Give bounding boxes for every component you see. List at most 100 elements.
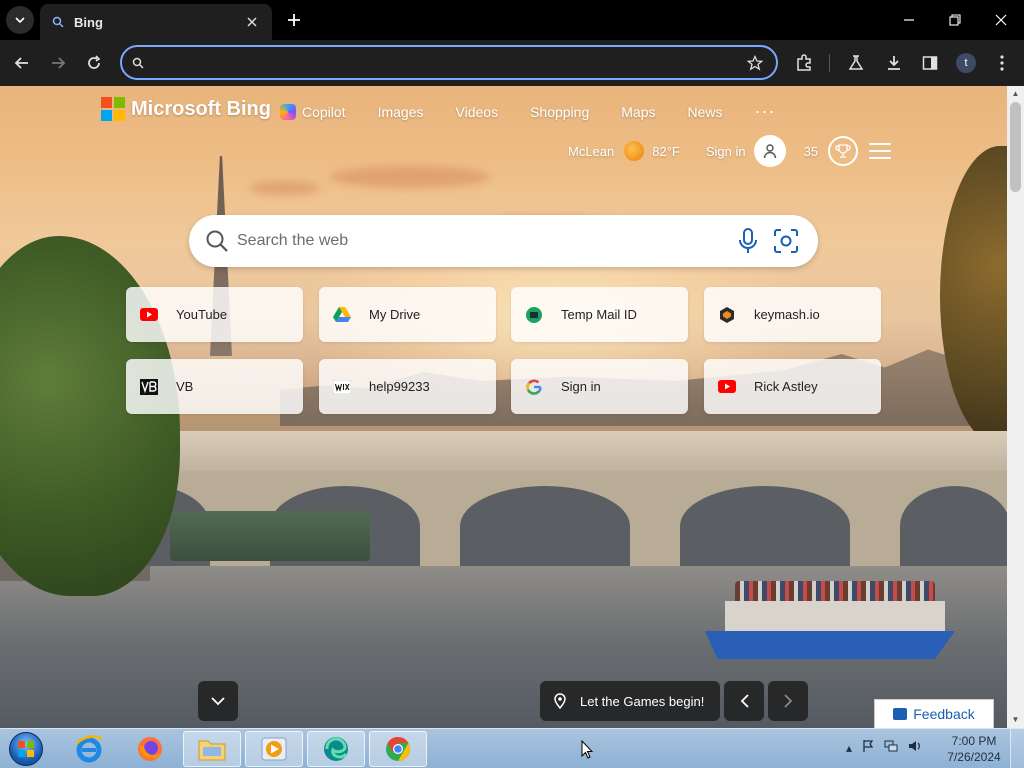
- extensions-button[interactable]: [790, 49, 818, 77]
- quick-link-help99233[interactable]: help99233: [319, 359, 496, 414]
- clock-time: 7:00 PM: [951, 734, 997, 748]
- rewards-trophy-button[interactable]: [828, 136, 859, 166]
- scroll-up-arrow[interactable]: ▲: [1007, 86, 1024, 100]
- address-bar[interactable]: [120, 45, 778, 80]
- nav-maps[interactable]: Maps: [621, 104, 655, 120]
- start-button[interactable]: [6, 731, 46, 767]
- quick-link-label: My Drive: [369, 307, 421, 322]
- restore-button[interactable]: [932, 6, 978, 34]
- bing-logo[interactable]: Microsoft Bing: [101, 97, 271, 121]
- voice-search-button[interactable]: [734, 227, 762, 255]
- network-icon[interactable]: [884, 739, 898, 756]
- tab-close-button[interactable]: [242, 12, 262, 32]
- forward-button[interactable]: [44, 49, 72, 77]
- location-pin-icon: [552, 693, 568, 709]
- weather-temperature[interactable]: 82°F: [652, 144, 680, 159]
- quick-link-label: YouTube: [176, 307, 228, 322]
- quick-link-label: help99233: [369, 379, 430, 394]
- camera-scan-icon: [774, 229, 798, 253]
- nav-images[interactable]: Images: [378, 104, 424, 120]
- quick-link-rick-astley[interactable]: Rick Astley: [704, 359, 881, 414]
- quick-link-vb[interactable]: VB: [126, 359, 303, 414]
- search-box[interactable]: [189, 215, 818, 267]
- background-cloud: [330, 166, 490, 188]
- quick-link-keymash[interactable]: keymash.io: [704, 287, 881, 342]
- image-info-button[interactable]: Let the Games begin!: [540, 681, 720, 721]
- internet-explorer-icon: [75, 735, 103, 763]
- nav-news[interactable]: News: [687, 104, 722, 120]
- tab-bing[interactable]: Bing: [40, 4, 272, 40]
- nav-copilot[interactable]: Copilot: [280, 103, 346, 120]
- downloads-button[interactable]: [880, 49, 908, 77]
- quick-link-my-drive[interactable]: My Drive: [319, 287, 496, 342]
- taskbar-media-player[interactable]: [245, 731, 303, 767]
- minimize-button[interactable]: [886, 6, 932, 34]
- search-input[interactable]: [237, 232, 724, 250]
- feedback-label: Feedback: [913, 706, 975, 722]
- weather-location[interactable]: McLean: [568, 144, 614, 159]
- tab-search-button[interactable]: [6, 6, 34, 34]
- labs-button[interactable]: [842, 49, 870, 77]
- close-icon: [995, 14, 1007, 26]
- nav-more-button[interactable]: ···: [755, 101, 776, 122]
- scroll-down-button[interactable]: [198, 681, 238, 721]
- background-cloud: [250, 181, 320, 195]
- plus-icon: [288, 14, 300, 26]
- sun-icon: [624, 141, 645, 161]
- page-scrollbar[interactable]: ▲ ▼: [1007, 86, 1024, 728]
- hamburger-menu-button[interactable]: [869, 143, 891, 159]
- profile-avatar-button[interactable]: t: [956, 53, 976, 73]
- search-icon: [205, 229, 229, 253]
- nav-videos[interactable]: Videos: [456, 104, 499, 120]
- bing-top-nav: Copilot Images Videos Shopping Maps News…: [280, 101, 775, 122]
- address-input[interactable]: [152, 54, 744, 71]
- firefox-icon: [138, 737, 162, 761]
- next-image-button[interactable]: [768, 681, 808, 721]
- reload-button[interactable]: [80, 49, 108, 77]
- windows-taskbar: ▴ 7:00 PM 7/26/2024: [0, 728, 1024, 768]
- quick-link-label: Rick Astley: [754, 379, 818, 394]
- scrollbar-thumb[interactable]: [1010, 102, 1021, 192]
- taskbar-clock[interactable]: 7:00 PM 7/26/2024: [944, 733, 1004, 765]
- feedback-button[interactable]: Feedback: [874, 699, 994, 728]
- menu-icon: [869, 143, 891, 145]
- back-button[interactable]: [8, 49, 36, 77]
- taskbar-chrome[interactable]: [369, 731, 427, 767]
- sign-in-link[interactable]: Sign in: [706, 144, 746, 159]
- user-avatar-button[interactable]: [753, 135, 786, 167]
- close-window-button[interactable]: [978, 6, 1024, 34]
- previous-image-button[interactable]: [724, 681, 764, 721]
- taskbar-firefox[interactable]: [121, 731, 179, 767]
- quick-link-google-sign-in[interactable]: Sign in: [511, 359, 688, 414]
- quick-link-label: Sign in: [561, 379, 601, 394]
- arrow-left-icon: [14, 57, 28, 69]
- chevron-left-icon: [740, 694, 749, 708]
- vb-icon: [140, 378, 158, 396]
- visual-search-button[interactable]: [772, 227, 800, 255]
- action-center-flag-icon[interactable]: [862, 739, 874, 756]
- mouse-cursor-icon: [581, 740, 593, 759]
- taskbar-edge[interactable]: [307, 731, 365, 767]
- rewards-points[interactable]: 35: [804, 144, 818, 159]
- brand-name: Microsoft Bing: [131, 97, 271, 120]
- youtube-icon: [718, 378, 736, 396]
- volume-icon[interactable]: [908, 739, 922, 756]
- quick-link-youtube[interactable]: YouTube: [126, 287, 303, 342]
- taskbar-internet-explorer[interactable]: [60, 731, 118, 767]
- new-tab-button[interactable]: [282, 8, 306, 32]
- scroll-down-arrow[interactable]: ▼: [1007, 712, 1024, 726]
- quick-link-temp-mail[interactable]: Temp Mail ID: [511, 287, 688, 342]
- taskbar-file-explorer[interactable]: [183, 731, 241, 767]
- bookmark-star-button[interactable]: [744, 52, 766, 74]
- close-icon: [247, 17, 257, 27]
- clock-date: 7/26/2024: [947, 750, 1001, 764]
- wix-icon: [333, 378, 351, 396]
- trophy-icon: [835, 144, 851, 158]
- nav-shopping[interactable]: Shopping: [530, 104, 589, 120]
- show-desktop-button[interactable]: [1010, 729, 1024, 768]
- side-panel-button[interactable]: [916, 49, 944, 77]
- chevron-down-icon: [15, 17, 25, 24]
- browser-menu-button[interactable]: [988, 49, 1016, 77]
- image-info-text: Let the Games begin!: [580, 693, 705, 709]
- show-hidden-icons-button[interactable]: ▴: [846, 741, 852, 755]
